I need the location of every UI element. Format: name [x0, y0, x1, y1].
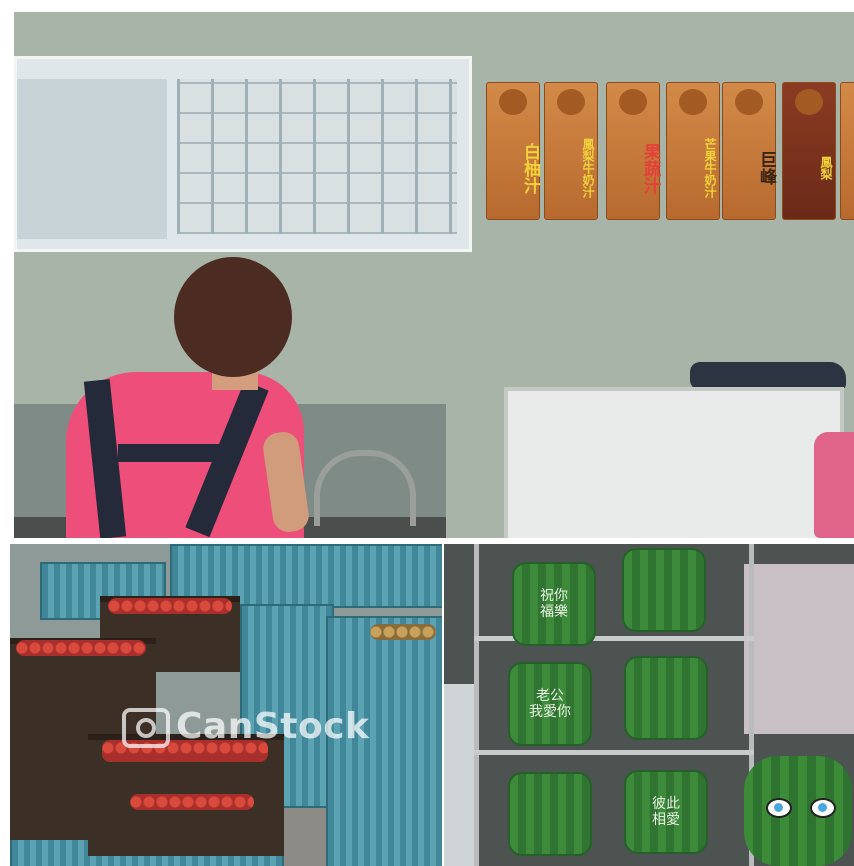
sign-text: 果蔬汁	[640, 142, 660, 194]
juice-sign-4: 芒果牛奶汁	[666, 82, 720, 220]
melon-label: 彼此 相愛	[652, 796, 680, 828]
fridge-side	[444, 684, 476, 866]
square-watermelon: 祝你 福樂	[512, 562, 596, 646]
juice-sign-1: 白柚汁	[486, 82, 540, 220]
sign-text: 巨峰	[756, 151, 776, 185]
juice-sign-partial	[840, 82, 854, 220]
watermark: CanStock	[122, 706, 370, 748]
eye-icon	[810, 798, 836, 818]
whiteboard	[504, 387, 844, 538]
faucet	[314, 450, 416, 526]
fruit-carving	[795, 89, 823, 115]
sign-text: 芒果牛奶汁	[703, 138, 717, 198]
pink-bag	[814, 432, 854, 538]
apples	[16, 640, 146, 656]
window-bars	[177, 79, 457, 234]
worker-head	[174, 257, 292, 377]
square-watermelon	[508, 772, 592, 856]
apples	[130, 794, 254, 810]
square-watermelon: 彼此 相愛	[624, 770, 708, 854]
square-watermelon: 老公 我愛你	[508, 662, 592, 746]
fruit-carving	[679, 89, 707, 115]
square-watermelon	[624, 656, 708, 740]
juice-sign-5: 巨峰	[722, 82, 776, 220]
shelf-plank	[474, 750, 754, 755]
juice-sign-6: 鳳梨	[782, 82, 836, 220]
back-door	[744, 564, 854, 734]
melon-label: 祝你 福樂	[540, 588, 568, 620]
dark-bag	[690, 362, 846, 390]
camera-icon	[122, 708, 170, 748]
juice-sign-3: 果蔬汁	[606, 82, 660, 220]
window-pane	[17, 79, 167, 239]
face-watermelon	[744, 756, 852, 866]
juice-sign-2: 鳳梨牛奶汁	[544, 82, 598, 220]
watermark-text: CanStock	[176, 706, 370, 747]
melon-label: 老公 我愛你	[529, 688, 571, 720]
sign-text: 鳳梨	[819, 156, 833, 180]
eye-icon	[766, 798, 792, 818]
square-watermelon-photo: 祝你 福樂 老公 我愛你 彼此 相愛	[444, 544, 854, 866]
apples	[108, 598, 232, 614]
apple-crates-photo: CanStock	[10, 544, 442, 866]
fruit-carving	[619, 89, 647, 115]
fruit-carving	[735, 89, 763, 115]
fruit-carving	[499, 89, 527, 115]
sign-text: 鳳梨牛奶汁	[581, 138, 595, 198]
fruit-carving	[557, 89, 585, 115]
apron-crossbar	[118, 444, 228, 462]
juice-shop-photo: 白柚汁 鳳梨牛奶汁 果蔬汁 芒果牛奶汁 巨峰 鳳梨	[14, 12, 854, 538]
produce	[370, 624, 436, 640]
window	[14, 56, 472, 252]
sign-text: 白柚汁	[520, 142, 540, 194]
square-watermelon	[622, 548, 706, 632]
